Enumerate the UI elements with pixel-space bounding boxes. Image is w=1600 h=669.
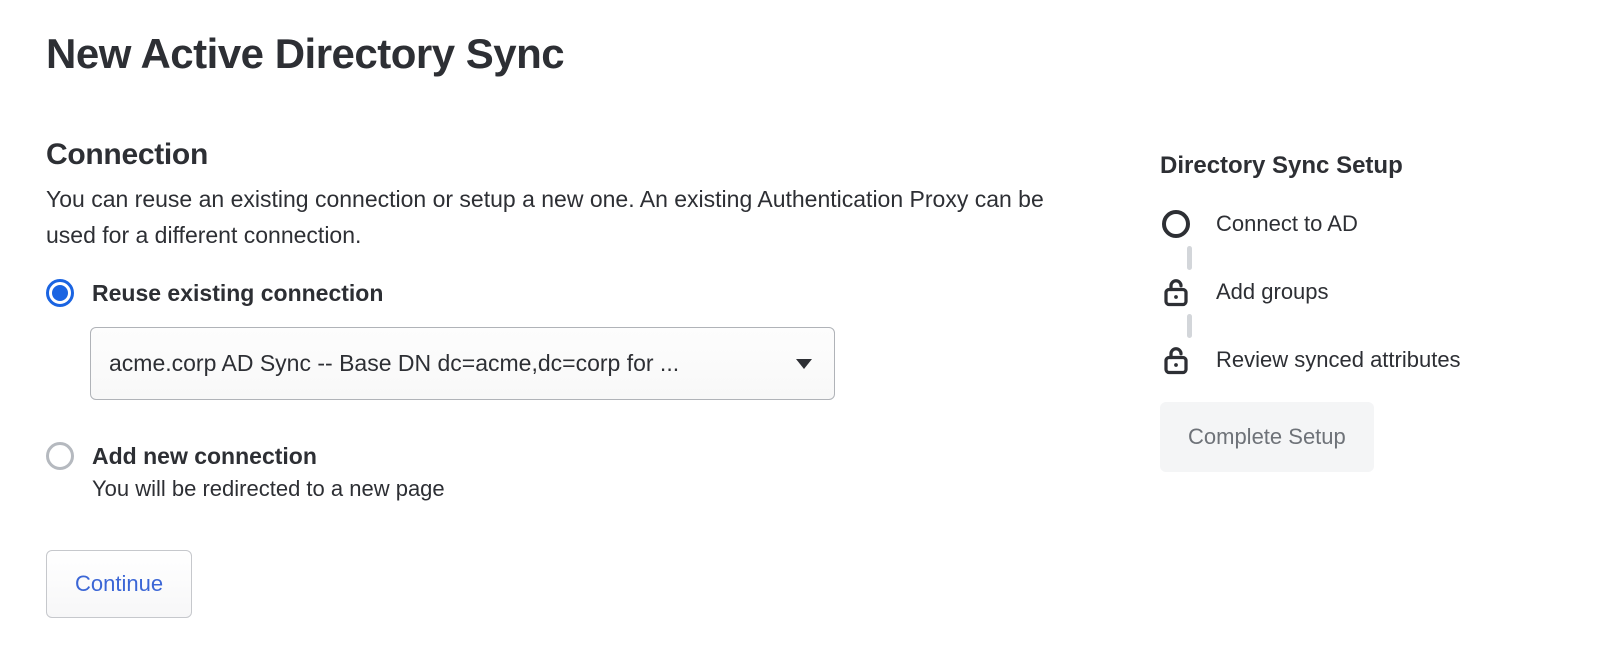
circle-icon <box>1160 208 1192 240</box>
complete-setup-button: Complete Setup <box>1160 402 1374 472</box>
reuse-connection-label: Reuse existing connection <box>92 280 383 307</box>
add-new-connection-sub: You will be redirected to a new page <box>92 476 1086 502</box>
setup-step-label: Add groups <box>1216 279 1329 305</box>
continue-button[interactable]: Continue <box>46 550 192 618</box>
add-new-connection-radio[interactable] <box>46 442 74 470</box>
setup-step-add-groups: Add groups <box>1160 276 1526 308</box>
sidebar-title: Directory Sync Setup <box>1146 152 1526 180</box>
connection-description: You can reuse an existing connection or … <box>46 182 1046 253</box>
lock-icon <box>1160 344 1192 376</box>
setup-step-connect[interactable]: Connect to AD <box>1160 208 1526 240</box>
lock-icon <box>1160 276 1192 308</box>
setup-step-label: Review synced attributes <box>1216 347 1461 373</box>
chevron-down-icon <box>796 359 812 369</box>
step-connector <box>1187 246 1192 270</box>
main-content: New Active Directory Sync Connection You… <box>46 30 1086 618</box>
setup-step-review: Review synced attributes <box>1160 344 1526 376</box>
connection-select-value: acme.corp AD Sync -- Base DN dc=acme,dc=… <box>109 350 679 377</box>
connection-heading: Connection <box>46 138 1086 172</box>
reuse-connection-option[interactable]: Reuse existing connection <box>46 279 1086 307</box>
reuse-connection-radio[interactable] <box>46 279 74 307</box>
add-new-connection-option[interactable]: Add new connection <box>46 442 1086 470</box>
setup-step-label: Connect to AD <box>1216 211 1358 237</box>
setup-sidebar: Directory Sync Setup Connect to AD Add g… <box>1146 30 1526 472</box>
add-new-connection-label: Add new connection <box>92 443 317 470</box>
step-connector <box>1187 314 1192 338</box>
connection-select[interactable]: acme.corp AD Sync -- Base DN dc=acme,dc=… <box>90 327 835 400</box>
page-title: New Active Directory Sync <box>46 30 1086 78</box>
